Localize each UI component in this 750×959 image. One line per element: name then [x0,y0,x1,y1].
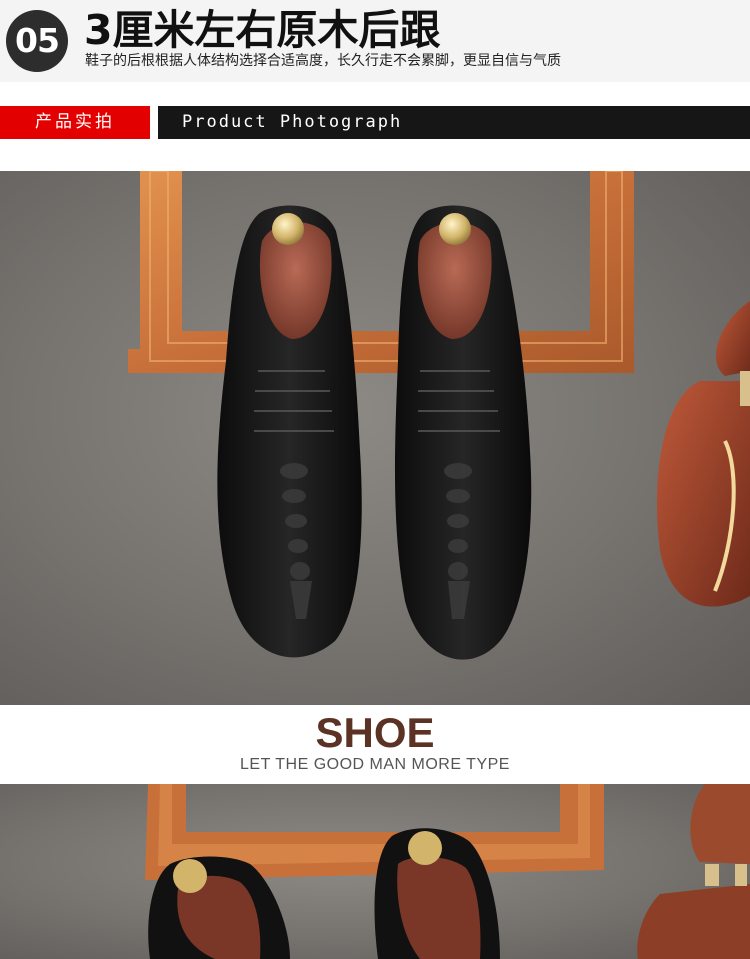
right-shoe [394,205,532,660]
brand-band: SHOE LET THE GOOD MAN MORE TYPE [0,705,750,784]
wooden-frame [128,171,634,373]
brand-title: SHOE [315,709,435,756]
feature-description: 鞋子的后根根据人体结构选择合适高度，长久行走不会累脚，更显自信与气质 [85,53,561,69]
feature-header: 05 3厘米左右原木后跟 鞋子的后根根据人体结构选择合适高度，长久行走不会累脚，… [0,0,750,82]
shoes-illustration [128,171,750,660]
feature-title: 3厘米左右原木后跟 [84,6,441,54]
shoe-tree [637,784,750,959]
section-label-cn: 产品实拍 [0,106,150,139]
feature-number-badge: 05 [6,10,68,72]
shoe-tree [656,301,750,607]
main-product-photo [0,171,750,705]
brand-tagline: LET THE GOOD MAN MORE TYPE [240,756,510,773]
section-bar: 产品实拍 Product Photograph [0,106,750,139]
left-shoe [217,205,362,658]
shoes-illustration-secondary [145,784,750,959]
section-label-en: Product Photograph [158,106,750,139]
secondary-product-photo [0,784,750,959]
